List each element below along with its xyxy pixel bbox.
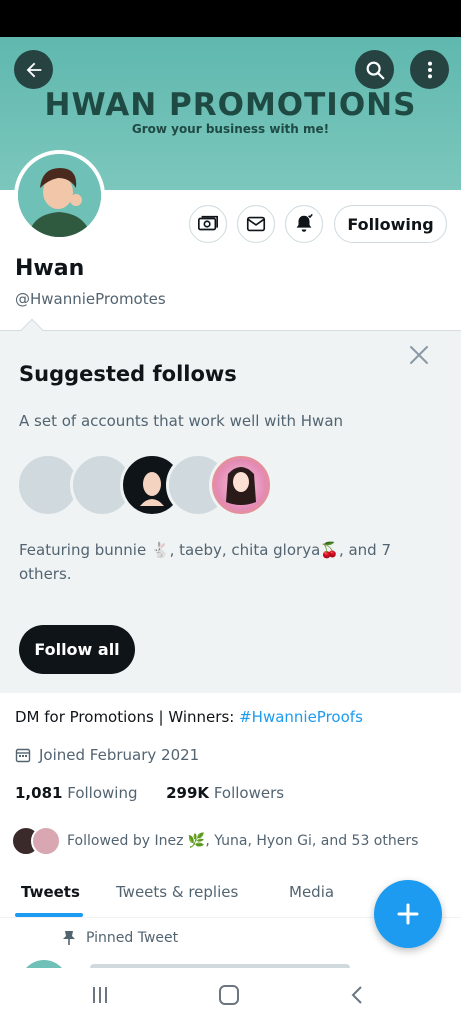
calendar-icon [15, 748, 31, 763]
home-icon [219, 985, 239, 1005]
arrow-left-icon [26, 62, 41, 77]
joined-text: Joined February 2021 [39, 746, 200, 764]
followed-by-text: Followed by Inez 🌿, Yuna, Hyon Gi, and 5… [67, 833, 419, 849]
profile-avatar[interactable] [14, 150, 105, 241]
suggested-title: Suggested follows [19, 362, 237, 386]
following-count-link[interactable]: 1,081 Following [15, 784, 137, 802]
pinned-label: Pinned Tweet [86, 930, 179, 946]
followed-by-avatar [31, 826, 61, 856]
tab-tweets[interactable]: Tweets [21, 866, 80, 918]
android-nav-bar [0, 968, 461, 1024]
pin-icon [63, 931, 75, 945]
search-icon [366, 61, 384, 79]
following-count-label: Following [67, 784, 138, 802]
follow-counts: 1,081 Following 299K Followers [15, 784, 284, 802]
money-icon [198, 215, 218, 231]
profile-bio: DM for Promotions | Winners: #HwanniePro… [15, 708, 363, 726]
more-options-button[interactable] [410, 50, 449, 89]
close-icon [410, 346, 428, 364]
tip-button[interactable] [189, 205, 227, 243]
joined-date: Joined February 2021 [15, 746, 199, 764]
followers-count-link[interactable]: 299K Followers [166, 784, 284, 802]
system-back-button[interactable] [338, 980, 378, 1010]
search-button[interactable] [355, 50, 394, 89]
tab-tweets-replies[interactable]: Tweets & replies [116, 866, 238, 918]
more-vertical-icon [427, 61, 432, 78]
avatar-illustration [226, 467, 256, 505]
banner-title: HWAN PROMOTIONS [44, 87, 417, 123]
chevron-left-icon [351, 986, 362, 1004]
bell-check-icon [296, 213, 313, 232]
plus-icon [397, 903, 419, 925]
home-button[interactable] [209, 980, 249, 1010]
profile-display-name: Hwan [15, 256, 85, 281]
suggested-description: A set of accounts that work well with Hw… [19, 412, 344, 430]
pinned-tweet-header: Pinned Tweet [62, 930, 178, 946]
message-button[interactable] [237, 205, 275, 243]
profile-handle: @HwanniePromotes [15, 290, 166, 308]
suggested-featuring-text: Featuring bunnie 🐇, taeby, chita glorya🍒… [19, 541, 392, 583]
followers-count-label: Followers [213, 784, 285, 802]
recent-apps-button[interactable] [80, 980, 120, 1010]
banner-subtitle: Grow your business with me! [131, 122, 330, 136]
compose-tweet-button[interactable] [374, 880, 442, 948]
follow-all-button[interactable]: Follow all [19, 625, 135, 674]
following-count: 1,081 [15, 784, 63, 802]
mail-icon [246, 216, 266, 232]
tab-media[interactable]: Media [289, 866, 334, 918]
back-button[interactable] [14, 50, 53, 89]
notifications-button[interactable] [285, 205, 323, 243]
following-button[interactable]: Following [334, 205, 447, 243]
recent-apps-icon [93, 987, 107, 1003]
status-bar [0, 0, 461, 37]
active-tab-indicator [15, 913, 83, 917]
bio-text: DM for Promotions | Winners: [15, 708, 240, 726]
avatar-illustration [18, 154, 101, 237]
bio-hashtag-link[interactable]: #HwannieProofs [239, 708, 363, 726]
dismiss-suggestions-button[interactable] [408, 344, 430, 366]
followed-by-row[interactable]: Followed by Inez 🌿, Yuna, Hyon Gi, and 5… [11, 826, 418, 856]
suggested-avatar[interactable] [209, 453, 273, 517]
followers-count: 299K [166, 784, 210, 802]
